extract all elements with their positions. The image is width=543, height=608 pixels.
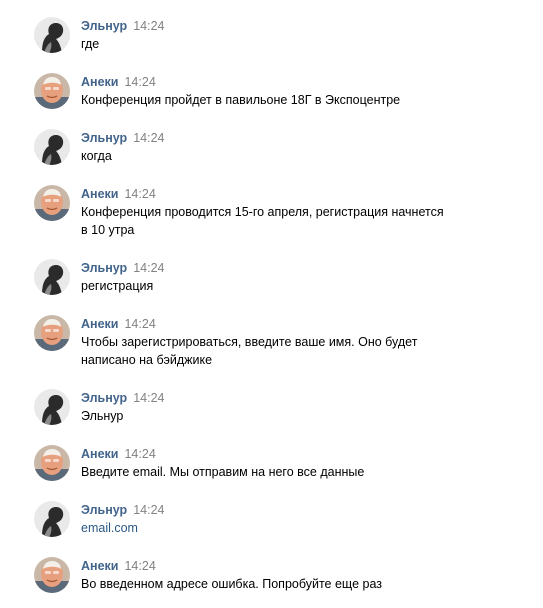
message-time[interactable]: 14:24 (124, 559, 155, 573)
message-time[interactable]: 14:24 (133, 19, 164, 33)
message-meta: Эльнур 14:24 (81, 17, 521, 35)
aneki-avatar-icon (34, 445, 70, 481)
message-content: Эльнур 14:24 когда (81, 129, 521, 165)
message-email-link[interactable]: email.com (81, 519, 521, 537)
elnur-avatar[interactable] (34, 259, 70, 295)
elnur-avatar[interactable] (34, 389, 70, 425)
message-content: Эльнур 14:24 регистрация (81, 259, 521, 295)
message-content: Эльнур 14:24 где (81, 17, 521, 53)
elnur-avatar[interactable] (34, 17, 70, 53)
message-text: Конференция пройдет в павильоне 18Г в Эк… (81, 93, 401, 107)
chat-history: Эльнур 14:24 где Анеки 14:24 Конференция п… (0, 0, 543, 608)
message-text: где (81, 37, 100, 51)
message-meta: Эльнур 14:24 (81, 259, 521, 277)
message-meta: Анеки 14:24 (81, 73, 521, 91)
message-content: Эльнур 14:24 Эльнур (81, 389, 521, 425)
message-content: Анеки 14:24 Введите email. Мы отправим на… (81, 445, 521, 481)
message-content: Анеки 14:24 Во введенном адресе ошибка. П… (81, 557, 521, 593)
elnur-avatar-icon (34, 129, 70, 165)
message-text: Введите email. Мы отправим на него все д… (81, 465, 365, 479)
aneki-avatar[interactable] (34, 445, 70, 481)
message-content: Анеки 14:24 Чтобы зарегистрироваться, вве… (81, 315, 521, 369)
elnur-avatar-icon (34, 389, 70, 425)
message-text: Конференция проводится 15-го апреля, рег… (81, 205, 444, 237)
elnur-avatar-icon (34, 501, 70, 537)
message-text: Во введенном адресе ошибка. Попробуйте е… (81, 577, 382, 591)
elnur-avatar[interactable] (34, 129, 70, 165)
aneki-avatar-icon (34, 315, 70, 351)
author-name[interactable]: Эльнур (81, 391, 127, 405)
message-content: Анеки 14:24 Конференция проводится 15-го … (81, 185, 521, 239)
author-name[interactable]: Эльнур (81, 261, 127, 275)
message-time[interactable]: 14:24 (133, 503, 164, 517)
aneki-avatar[interactable] (34, 185, 70, 221)
message-time[interactable]: 14:24 (133, 391, 164, 405)
message-meta: Эльнур 14:24 (81, 389, 521, 407)
message-meta: Анеки 14:24 (81, 185, 521, 203)
message-time[interactable]: 14:24 (124, 75, 155, 89)
aneki-avatar-icon (34, 73, 70, 109)
message-time[interactable]: 14:24 (124, 187, 155, 201)
message-text: Чтобы зарегистрироваться, введите ваше и… (81, 335, 418, 367)
author-name[interactable]: Анеки (81, 317, 118, 331)
message-time[interactable]: 14:24 (124, 317, 155, 331)
author-name[interactable]: Эльнур (81, 131, 127, 145)
message-text: Эльнур (81, 409, 124, 423)
elnur-avatar-icon (34, 17, 70, 53)
author-name[interactable]: Эльнур (81, 503, 127, 517)
elnur-avatar[interactable] (34, 501, 70, 537)
aneki-avatar-icon (34, 185, 70, 221)
message-time[interactable]: 14:24 (124, 447, 155, 461)
message-text: когда (81, 149, 112, 163)
aneki-avatar-icon (34, 557, 70, 593)
author-name[interactable]: Эльнур (81, 19, 127, 33)
message-time[interactable]: 14:24 (133, 131, 164, 145)
author-name[interactable]: Анеки (81, 75, 118, 89)
message-meta: Анеки 14:24 (81, 445, 521, 463)
message-text: регистрация (81, 279, 154, 293)
message-content: Анеки 14:24 Конференция пройдет в павильо… (81, 73, 521, 109)
author-name[interactable]: Анеки (81, 559, 118, 573)
message-meta: Эльнур 14:24 (81, 129, 521, 147)
aneki-avatar[interactable] (34, 315, 70, 351)
aneki-avatar[interactable] (34, 557, 70, 593)
aneki-avatar[interactable] (34, 73, 70, 109)
message-meta: Анеки 14:24 (81, 557, 521, 575)
message-time[interactable]: 14:24 (133, 261, 164, 275)
author-name[interactable]: Анеки (81, 447, 118, 461)
message-content: Эльнур 14:24 email.com (81, 501, 521, 537)
message-meta: Эльнур 14:24 (81, 501, 521, 519)
message-meta: Анеки 14:24 (81, 315, 521, 333)
elnur-avatar-icon (34, 259, 70, 295)
author-name[interactable]: Анеки (81, 187, 118, 201)
